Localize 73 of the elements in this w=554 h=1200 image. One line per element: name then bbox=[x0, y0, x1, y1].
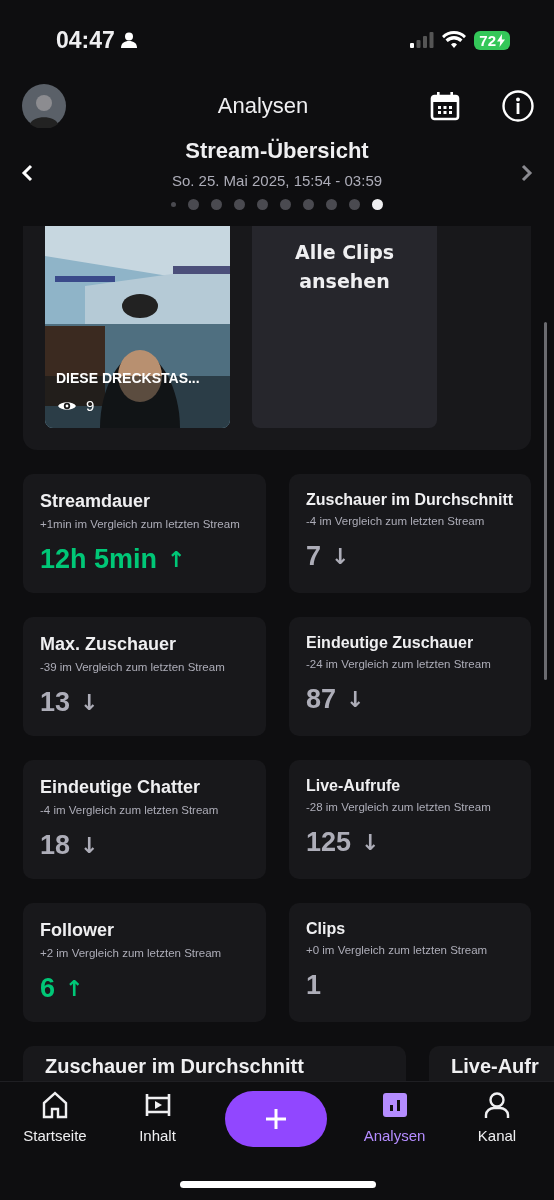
eye-icon bbox=[58, 399, 76, 412]
trend-arrow: ↑ bbox=[65, 976, 84, 1001]
section-title: Stream-Übersicht bbox=[185, 138, 369, 164]
stat-value: 13 bbox=[40, 687, 71, 718]
stat-value: 125 bbox=[306, 827, 352, 858]
clip-title: DIESE DRECKSTAS... bbox=[56, 370, 200, 386]
create-button[interactable] bbox=[225, 1091, 327, 1147]
chart-title: Zuschauer im Durchschnitt bbox=[45, 1055, 304, 1077]
page-dot[interactable] bbox=[303, 198, 314, 210]
page-dot[interactable] bbox=[349, 198, 360, 210]
chevron-right-icon[interactable] bbox=[520, 164, 534, 182]
battery-level: 72 bbox=[479, 31, 496, 49]
stat-title: Live-Aufrufe bbox=[306, 777, 402, 795]
stat-comparison: -4 im Vergleich zum letzten Stream bbox=[40, 804, 220, 816]
page-dot[interactable] bbox=[188, 198, 199, 210]
page-dot[interactable] bbox=[257, 198, 268, 210]
stat-value: 12h 5min bbox=[40, 544, 158, 575]
tab-item[interactable]: Inhalt bbox=[122, 1091, 193, 1144]
signal-icon bbox=[410, 32, 435, 48]
stat-title: Follower bbox=[40, 920, 115, 941]
stat-title: Max. Zuschauer bbox=[40, 634, 178, 655]
stat-comparison: -24 im Vergleich zum letzten Stream bbox=[306, 658, 492, 670]
stream-date: So. 25. Mai 2025, 15:54 - 03:59 bbox=[171, 172, 383, 189]
stat-comparison: +2 im Vergleich zum letzten Stream bbox=[40, 947, 223, 959]
page-dot[interactable] bbox=[171, 201, 176, 207]
stat-title: Eindeutige Zuschauer bbox=[306, 634, 475, 652]
stat-value: 18 bbox=[40, 830, 71, 861]
info-icon[interactable] bbox=[502, 90, 534, 122]
chart-title: Live-Aufr bbox=[451, 1055, 539, 1077]
stat-comparison: +1min im Vergleich zum letzten Stream bbox=[40, 518, 241, 530]
page-dot[interactable] bbox=[372, 198, 383, 210]
stat-comparison: -39 im Vergleich zum letzten Stream bbox=[40, 661, 226, 673]
stat-value: 7 bbox=[306, 541, 322, 572]
stat-comparison: -28 im Vergleich zum letzten Stream bbox=[306, 801, 492, 813]
trend-arrow: ↓ bbox=[361, 830, 380, 855]
trend-arrow: ↑ bbox=[167, 547, 186, 572]
chevron-left-icon[interactable] bbox=[20, 164, 34, 182]
clock: 04:47 bbox=[56, 26, 115, 54]
bolt-icon bbox=[497, 33, 505, 47]
plus-icon bbox=[265, 1108, 287, 1130]
stat-title: Eindeutige Chatter bbox=[40, 777, 201, 798]
trend-arrow: ↓ bbox=[346, 687, 365, 712]
page-dot[interactable] bbox=[234, 198, 245, 210]
person-icon bbox=[483, 1091, 511, 1119]
home-icon bbox=[41, 1091, 69, 1119]
stat-comparison: -4 im Vergleich zum letzten Stream bbox=[306, 515, 486, 527]
bar-chart-icon bbox=[380, 1091, 409, 1119]
page-dot[interactable] bbox=[211, 198, 222, 210]
stat-title: Zuschauer im Durchschnitt bbox=[306, 491, 515, 509]
stat-comparison: +0 im Vergleich zum letzten Stream bbox=[306, 944, 489, 956]
stat-value: 6 bbox=[40, 973, 56, 1004]
trend-arrow: ↓ bbox=[331, 544, 350, 569]
tab-item[interactable]: Analysen bbox=[359, 1091, 430, 1144]
tab-item[interactable]: Startseite bbox=[20, 1091, 90, 1144]
clip-thumbnail[interactable]: DIESE DRECKSTAS... 9 bbox=[45, 226, 230, 428]
stat-title: Clips bbox=[306, 920, 347, 938]
avatar bbox=[22, 84, 66, 128]
calendar-icon[interactable] bbox=[430, 91, 460, 121]
all-clips-button[interactable]: Alle Clips ansehen bbox=[252, 226, 437, 428]
stat-title: Streamdauer bbox=[40, 491, 152, 512]
scrollbar[interactable] bbox=[544, 322, 547, 680]
stat-value: 1 bbox=[306, 970, 322, 1001]
trend-arrow: ↓ bbox=[80, 690, 99, 715]
wifi-icon bbox=[442, 31, 467, 49]
person-icon bbox=[120, 32, 137, 48]
film-icon bbox=[143, 1091, 172, 1119]
tab-item[interactable]: Kanal bbox=[462, 1091, 532, 1144]
page-dot[interactable] bbox=[280, 198, 291, 210]
screen-title: Analysen bbox=[216, 93, 310, 119]
page-dot[interactable] bbox=[326, 198, 337, 210]
trend-arrow: ↓ bbox=[80, 833, 99, 858]
view-count: 9 bbox=[86, 397, 95, 414]
stat-value: 87 bbox=[306, 684, 337, 715]
